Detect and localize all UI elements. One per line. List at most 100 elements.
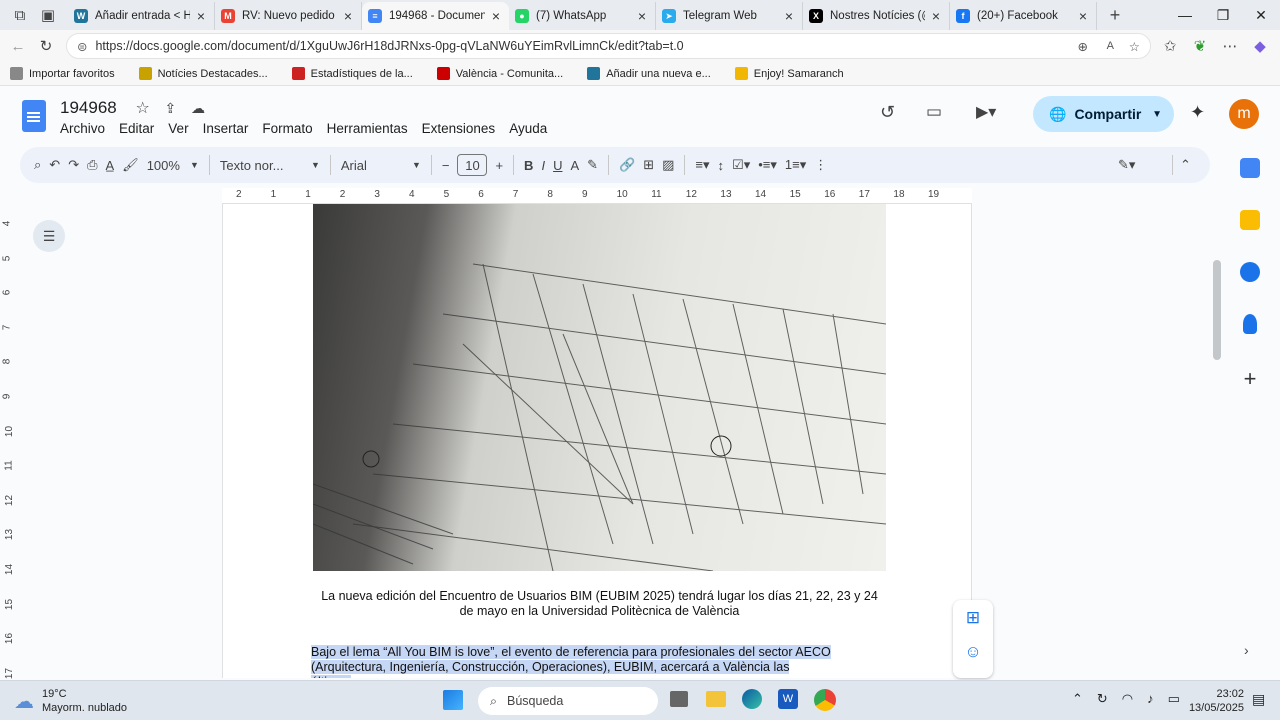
browser-tab[interactable]: ● (7) WhatsApp × (509, 2, 656, 30)
print-icon[interactable]: ⎙ (87, 151, 97, 179)
bookmark-item[interactable]: València - Comunita... (436, 67, 563, 80)
task-view-icon[interactable] (670, 691, 688, 707)
browser-tab[interactable]: M RV: Nuevo pedido (1 × (215, 2, 362, 30)
blueprint-photo[interactable] (313, 204, 886, 571)
underline-icon[interactable]: U (553, 151, 562, 179)
tasks-icon[interactable] (1240, 262, 1260, 282)
cloud-status-icon[interactable]: ☁ (191, 100, 205, 116)
tray-icons[interactable]: ⌃↻◠♪▭ (1072, 691, 1194, 707)
share-button[interactable]: 🌐 Compartir ▼ (1033, 96, 1174, 132)
clock[interactable]: 23:02 13/05/2025 (1189, 687, 1244, 715)
menu-item[interactable]: Ver (168, 121, 188, 136)
bookmark-item[interactable]: Importar favoritos (10, 67, 115, 80)
back-icon[interactable]: ← (4, 32, 32, 60)
word-icon[interactable]: W (778, 689, 798, 709)
highlight-icon[interactable]: ✎ (587, 151, 598, 179)
close-tab-icon[interactable]: × (929, 8, 943, 24)
browser-tab[interactable]: ≡ 194968 - Documento × (362, 2, 509, 30)
close-tab-icon[interactable]: × (1076, 8, 1090, 24)
vertical-ruler[interactable]: 4 5 6 7 8 9 10 11 12 13 14 15 16 17 (0, 204, 18, 679)
browser-tab[interactable]: X Nostres Notícies (@N × (803, 2, 950, 30)
emoji-reaction-icon[interactable]: ☺ (953, 642, 993, 662)
close-tab-icon[interactable]: × (635, 8, 649, 24)
decrease-font-size-button[interactable]: − (442, 151, 450, 179)
close-tab-icon[interactable]: × (341, 8, 355, 24)
line-spacing-icon[interactable]: ↕ (718, 151, 725, 179)
calendar-icon[interactable] (1240, 158, 1260, 178)
menu-item[interactable]: Herramientas (327, 121, 408, 136)
version-history-icon[interactable]: ↺ (880, 102, 895, 123)
share-dropdown-icon[interactable]: ▼ (1152, 109, 1162, 120)
new-tab-button[interactable]: + (1101, 1, 1129, 29)
increase-font-size-button[interactable]: + (495, 151, 503, 179)
menu-item[interactable]: Ayuda (509, 121, 547, 136)
menu-item[interactable]: Insertar (203, 121, 249, 136)
bookmark-item[interactable]: Enjoy! Samaranch (734, 67, 844, 80)
text-color-icon[interactable]: A (570, 151, 579, 179)
taskbar-search[interactable]: ⌕ Búsqueda (478, 687, 658, 715)
search-menus-icon[interactable]: ⌕ (34, 151, 41, 179)
menu-item[interactable]: Editar (119, 121, 154, 136)
italic-icon[interactable]: I (541, 151, 545, 179)
document-outline-button[interactable]: ☰ (33, 220, 65, 252)
font-size-input[interactable]: 10 (457, 154, 488, 176)
zoom-select[interactable]: 100% ▼ (147, 151, 199, 179)
favorites-icon[interactable]: ✩ (1156, 32, 1184, 60)
undo-icon[interactable]: ↶ (49, 151, 60, 179)
hide-menus-icon[interactable]: ⌃ (1180, 151, 1191, 179)
weather-widget[interactable]: ☁ 19°C Mayorm. nublado (14, 687, 127, 715)
browser-tab[interactable]: W Añadir entrada < Ho × (68, 2, 215, 30)
avatar[interactable]: m (1229, 99, 1259, 129)
close-window-button[interactable]: ✕ (1238, 0, 1280, 30)
font-select[interactable]: Arial ▼ (341, 151, 421, 179)
browser-tab[interactable]: f (20+) Facebook × (950, 2, 1097, 30)
tab-actions-icon[interactable]: ▣ (34, 1, 62, 29)
move-icon[interactable]: ⇪ (165, 100, 177, 116)
file-explorer-icon[interactable] (706, 691, 726, 707)
style-select[interactable]: Texto nor... ▼ (220, 151, 320, 179)
redo-icon[interactable]: ↷ (68, 151, 79, 179)
comments-icon[interactable]: ▭ (926, 102, 942, 122)
editing-mode-icon[interactable]: ✎▾ (1118, 151, 1135, 179)
link-icon[interactable]: 🔗 (619, 151, 635, 179)
meet-icon[interactable]: ▶▾ (976, 102, 996, 122)
more-options-icon[interactable]: ⋮ (814, 151, 827, 179)
contacts-icon[interactable] (1243, 314, 1257, 334)
menu-item[interactable]: Formato (262, 121, 312, 136)
url-field[interactable]: ⊜ https://docs.google.com/document/d/1Xg… (66, 33, 1151, 59)
document-title[interactable]: 194968 ☆ ⇪ ☁ (60, 98, 205, 118)
bookmark-item[interactable]: Estadístiques de la... (291, 67, 413, 80)
read-aloud-icon[interactable]: A (1107, 40, 1114, 52)
side-panel-toggle-icon[interactable]: › (1244, 642, 1249, 658)
numbered-list-icon[interactable]: 1≡▾ (785, 151, 806, 179)
zoom-icon[interactable]: ⊕ (1078, 39, 1088, 54)
spellcheck-icon[interactable]: A̲ (106, 151, 115, 179)
add-comment-float-icon[interactable]: ⊞ (953, 608, 993, 628)
extension-icon[interactable]: ❦ (1186, 32, 1214, 60)
horizontal-ruler[interactable]: 2 1 1 2 3 4 5 6 7 8 9 10 11 12 13 14 15 16 17 18 19 (222, 188, 972, 204)
scrollbar[interactable] (1213, 260, 1221, 360)
menu-item[interactable]: Extensiones (422, 121, 496, 136)
bookmark-item[interactable]: Notícies Destacades... (138, 67, 268, 80)
edge-icon[interactable] (742, 689, 762, 709)
get-addons-icon[interactable]: + (1230, 366, 1270, 392)
checklist-icon[interactable]: ☑▾ (732, 151, 750, 179)
align-icon[interactable]: ≡▾ (695, 151, 709, 179)
favorite-star-icon[interactable]: ☆ (1129, 39, 1140, 54)
add-comment-icon[interactable]: ⊞ (643, 151, 654, 179)
copilot-icon[interactable]: ◆ (1246, 32, 1274, 60)
more-menu-icon[interactable]: ⋯ (1216, 32, 1244, 60)
bookmark-item[interactable]: Añadir una nueva e... (587, 67, 711, 80)
close-tab-icon[interactable]: × (194, 8, 208, 24)
docs-logo-icon[interactable] (22, 100, 46, 132)
browser-tab[interactable]: ➤ Telegram Web × (656, 2, 803, 30)
chrome-icon[interactable] (814, 689, 836, 711)
close-tab-icon[interactable]: × (782, 8, 796, 24)
start-icon[interactable] (443, 690, 463, 710)
bulleted-list-icon[interactable]: •≡▾ (758, 151, 777, 179)
paint-format-icon[interactable]: 🖌 (122, 151, 139, 179)
gemini-icon[interactable]: ✦ (1190, 102, 1205, 123)
workspaces-icon[interactable]: ⧉ (6, 1, 34, 29)
menu-item[interactable]: Archivo (60, 121, 105, 136)
insert-image-icon[interactable]: ▨ (662, 151, 674, 179)
